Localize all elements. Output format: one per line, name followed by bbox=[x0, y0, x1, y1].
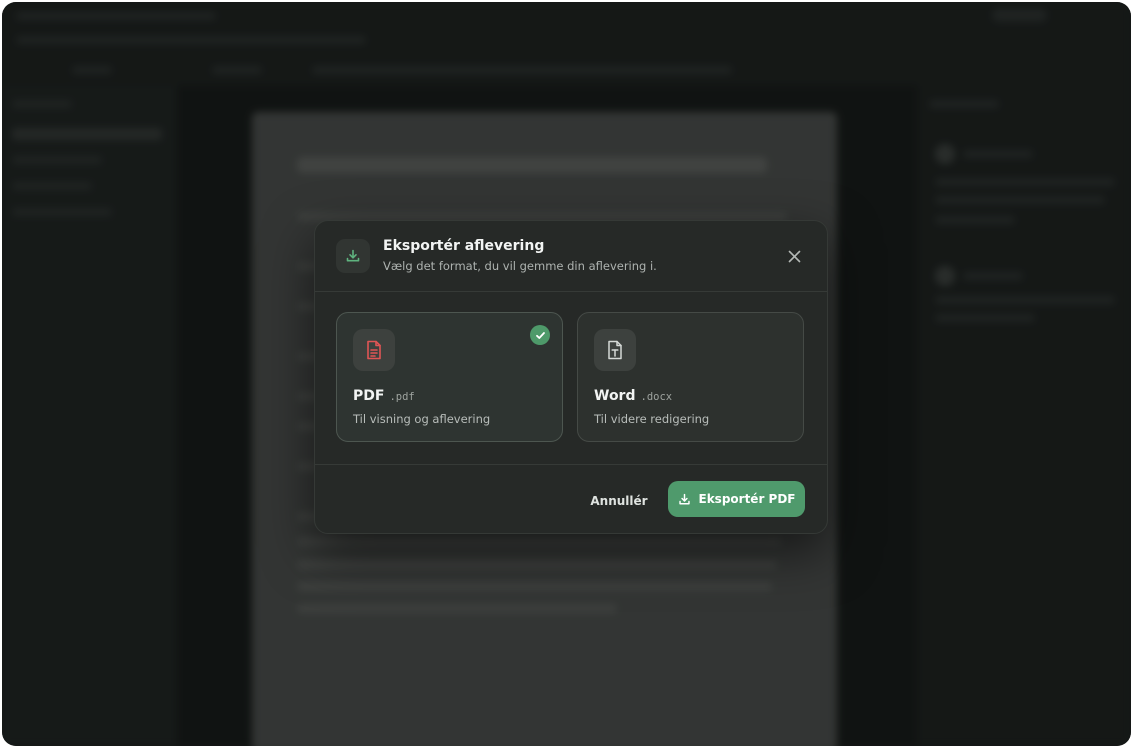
export-button-label: Eksportér PDF bbox=[698, 492, 796, 506]
app-window: Eksportér aflevering Vælg det format, du… bbox=[2, 2, 1131, 746]
option-name: Word .docx bbox=[594, 388, 673, 404]
text-file-icon bbox=[594, 329, 636, 371]
footer-divider bbox=[315, 464, 827, 465]
dialog-header: Eksportér aflevering Vælg det format, du… bbox=[315, 221, 827, 292]
check-icon bbox=[530, 325, 550, 345]
cancel-button[interactable]: Annullér bbox=[583, 483, 655, 519]
format-option-word[interactable]: Word .docx Til videre redigering bbox=[577, 312, 804, 442]
pdf-file-icon bbox=[353, 329, 395, 371]
option-extension: .pdf bbox=[389, 391, 415, 403]
dialog-title: Eksportér aflevering bbox=[383, 238, 545, 254]
download-icon bbox=[678, 493, 691, 506]
dialog-subtitle: Vælg det format, du vil gemme din afleve… bbox=[383, 259, 657, 273]
option-extension: .docx bbox=[640, 391, 673, 403]
export-dialog: Eksportér aflevering Vælg det format, du… bbox=[314, 220, 828, 534]
download-icon bbox=[336, 239, 370, 273]
option-description: Til visning og aflevering bbox=[353, 412, 491, 426]
format-option-pdf[interactable]: PDF .pdf Til visning og aflevering bbox=[336, 312, 563, 442]
close-icon[interactable] bbox=[785, 247, 803, 265]
option-name: PDF .pdf bbox=[353, 388, 415, 404]
option-description: Til videre redigering bbox=[594, 412, 710, 426]
export-pdf-button[interactable]: Eksportér PDF bbox=[668, 481, 805, 517]
